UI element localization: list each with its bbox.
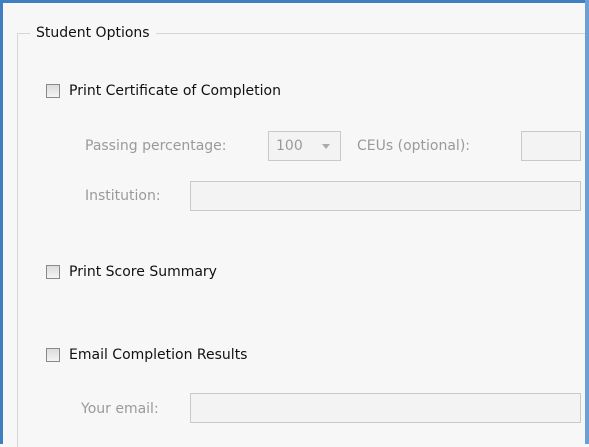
group-box-left-line [17, 33, 18, 447]
institution-input[interactable] [190, 181, 581, 211]
your-email-label: Your email: [81, 401, 159, 417]
score-summary-checkbox[interactable] [46, 265, 60, 279]
score-summary-checkbox-label[interactable]: Print Score Summary [69, 264, 217, 280]
group-title: Student Options [30, 24, 156, 42]
email-results-checkbox-row[interactable]: Email Completion Results [46, 345, 247, 365]
certificate-checkbox-row[interactable]: Print Certificate of Completion [46, 81, 281, 101]
ceus-label: CEUs (optional): [357, 138, 470, 154]
email-results-checkbox-label[interactable]: Email Completion Results [69, 347, 247, 363]
score-summary-checkbox-row[interactable]: Print Score Summary [46, 262, 217, 282]
chevron-down-icon [322, 143, 330, 149]
passing-percentage-dropdown[interactable]: 100 [268, 131, 341, 161]
your-email-input[interactable] [190, 393, 581, 423]
certificate-checkbox[interactable] [46, 84, 60, 98]
passing-percentage-label: Passing percentage: [85, 138, 227, 154]
ceus-input[interactable] [521, 131, 581, 161]
certificate-checkbox-label[interactable]: Print Certificate of Completion [69, 83, 281, 99]
window-right-border [585, 0, 589, 444]
student-options-panel: Student Options Print Certificate of Com… [0, 0, 589, 447]
email-results-checkbox[interactable] [46, 348, 60, 362]
institution-label: Institution: [85, 188, 161, 204]
passing-percentage-value: 100 [276, 138, 303, 154]
